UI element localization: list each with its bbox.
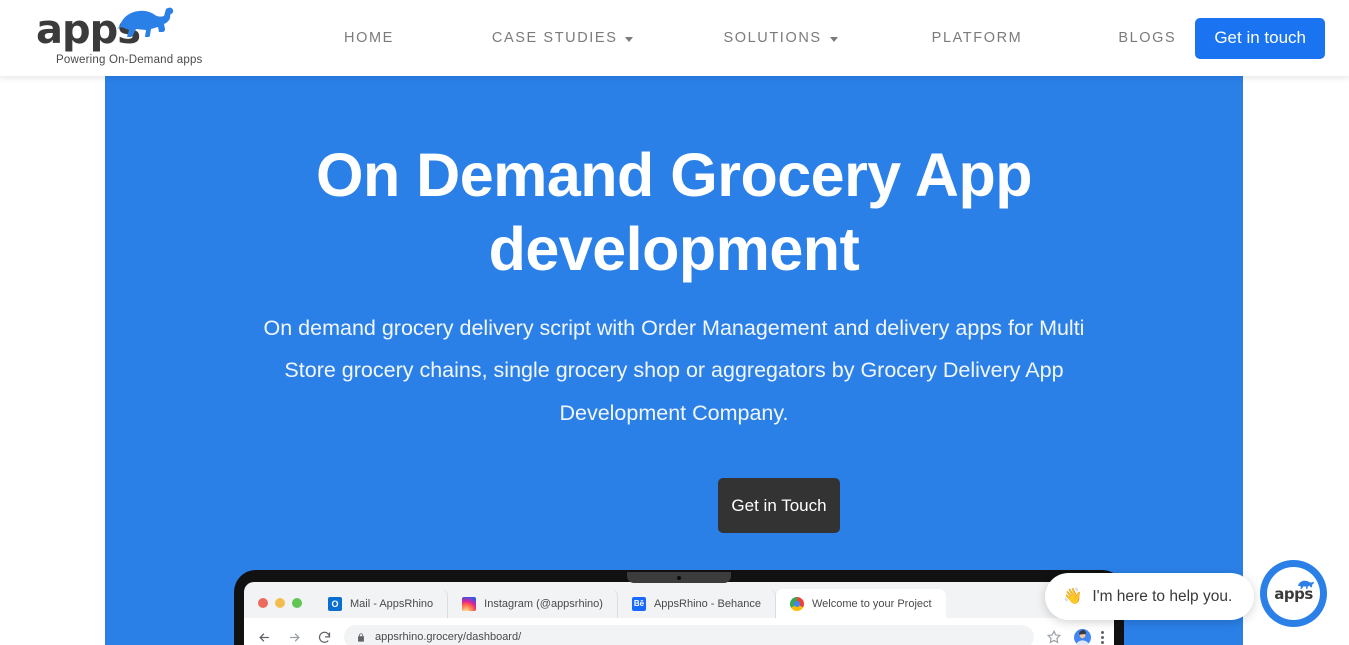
avatar-icon[interactable] <box>1074 628 1091 645</box>
browser-tab-title: Welcome to your Project <box>811 597 932 610</box>
nav-item-label: CASE STUDIES <box>491 30 618 46</box>
browser-tab-title: Instagram (@appsrhino) <box>484 597 603 610</box>
url-input[interactable]: appsrhino.grocery/dashboard/ <box>344 625 1034 645</box>
brand-tagline: Powering On-Demand apps <box>56 54 203 66</box>
window-controls[interactable] <box>252 598 314 618</box>
brand-logo[interactable]: apps Powering On-Demand apps <box>28 4 228 70</box>
nav-item-home[interactable]: HOME <box>330 30 408 46</box>
chrome-icon <box>789 596 804 611</box>
get-in-touch-header-button[interactable]: Get in touch <box>1195 18 1325 59</box>
nav-item-blogs[interactable]: BLOGS <box>1104 30 1190 46</box>
chevron-down-icon <box>625 36 634 42</box>
browser-tab-bar: O Mail - AppsRhino Instagram (@appsrhino… <box>244 582 1114 618</box>
get-in-touch-hero-button[interactable]: Get in Touch <box>718 478 840 533</box>
laptop-notch <box>627 572 731 583</box>
browser-tab-active[interactable]: Welcome to your Project <box>775 589 946 618</box>
chevron-down-icon <box>829 36 838 42</box>
browser-toolbar: appsrhino.grocery/dashboard/ <box>244 618 1114 645</box>
browser-tab[interactable]: O Mail - AppsRhino <box>314 589 449 618</box>
chat-message-text: I'm here to help you. <box>1092 587 1233 605</box>
browser-tab[interactable]: Instagram (@appsrhino) <box>448 589 618 618</box>
nav-item-solutions[interactable]: SOLUTIONS <box>709 30 851 46</box>
maximize-icon[interactable] <box>292 598 302 608</box>
reload-icon[interactable] <box>314 627 334 645</box>
chat-launcher-inner: apps <box>1267 567 1320 620</box>
browser-tab[interactable]: Bē AppsRhino - Behance <box>618 589 776 618</box>
nav-item-label: BLOGS <box>1118 30 1177 46</box>
page-root: apps Powering On-Demand apps HOME CASE S… <box>0 0 1349 645</box>
rhino-icon <box>1297 580 1314 589</box>
main-navigation: HOME CASE STUDIES SOLUTIONS PLATFORM BLO… <box>330 0 1190 76</box>
close-icon[interactable] <box>258 598 268 608</box>
lock-icon <box>358 632 364 642</box>
site-header: apps Powering On-Demand apps HOME CASE S… <box>0 0 1349 76</box>
browser-tab-title: Mail - AppsRhino <box>350 597 434 610</box>
outlook-icon: O <box>328 596 342 611</box>
nav-item-platform[interactable]: PLATFORM <box>918 30 1037 46</box>
url-text: appsrhino.grocery/dashboard/ <box>375 631 522 643</box>
hero-subtitle: On demand grocery delivery script with O… <box>263 316 1085 425</box>
nav-item-case-studies[interactable]: CASE STUDIES <box>478 30 648 46</box>
rhino-icon <box>117 7 174 37</box>
browser-tab-title: AppsRhino - Behance <box>653 597 761 610</box>
kebab-menu-icon[interactable] <box>1101 630 1104 644</box>
chat-message-bubble[interactable]: 👋 I'm here to help you. <box>1045 573 1255 620</box>
arrow-right-icon[interactable] <box>284 627 304 645</box>
nav-item-label: HOME <box>344 30 394 46</box>
chat-launcher-button[interactable]: apps <box>1260 560 1327 627</box>
behance-icon: Bē <box>631 596 646 611</box>
camera-icon <box>677 576 681 580</box>
browser-window: O Mail - AppsRhino Instagram (@appsrhino… <box>244 582 1114 645</box>
nav-item-label: SOLUTIONS <box>723 30 822 46</box>
minimize-icon[interactable] <box>275 598 285 608</box>
hero-section: On Demand Grocery App development On dem… <box>105 76 1243 645</box>
waving-hand-icon: 👋 <box>1063 588 1083 605</box>
page-title: On Demand Grocery App development <box>316 141 1033 284</box>
arrow-left-icon[interactable] <box>254 627 274 645</box>
laptop-mockup: O Mail - AppsRhino Instagram (@appsrhino… <box>234 570 1124 645</box>
nav-item-label: PLATFORM <box>931 30 1023 46</box>
instagram-icon <box>462 596 477 611</box>
star-icon[interactable] <box>1044 627 1064 645</box>
